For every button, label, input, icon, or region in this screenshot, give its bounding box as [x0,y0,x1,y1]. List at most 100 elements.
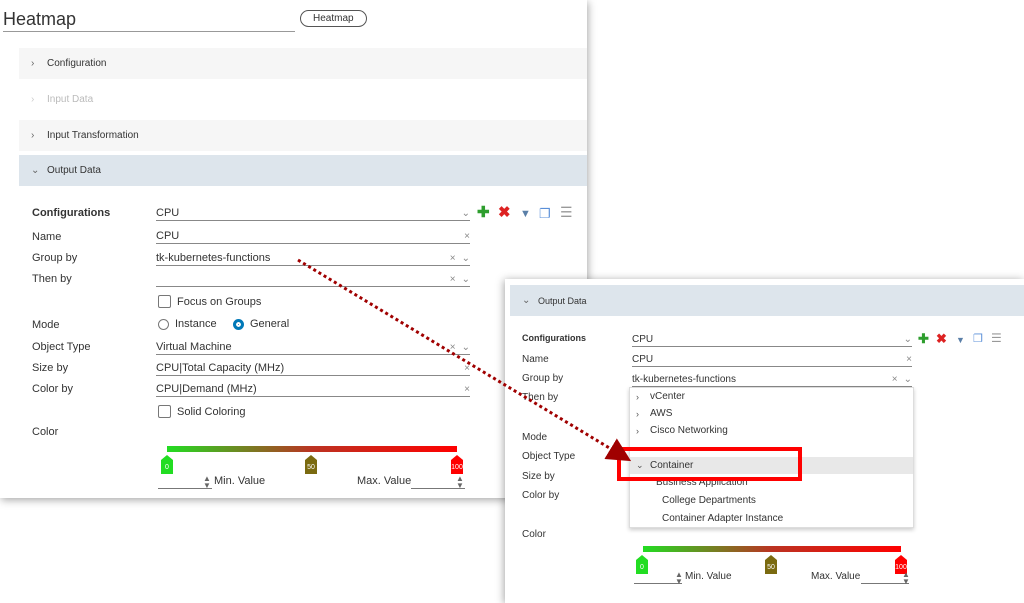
group-by-label: Group by [522,373,564,384]
size-by-label: Size by [32,362,69,374]
section-configuration[interactable]: › Configuration [19,48,587,79]
max-color-marker[interactable]: 100 [451,455,463,474]
color-by-input[interactable]: CPU|Demand (MHz) × [156,381,470,397]
section-input-data: › Input Data [19,84,587,115]
then-by-label: Then by [522,392,559,403]
object-type-select[interactable]: Virtual Machine × ⌄ [156,339,470,355]
chevron-down-icon: ⌄ [461,274,470,285]
color-label: Color [522,529,546,540]
color-gradient-bar[interactable] [643,546,901,552]
highlight-box [617,447,802,481]
clear-icon[interactable]: × [450,253,456,264]
solid-coloring-checkbox[interactable]: Solid Coloring [158,405,245,418]
group-by-label: Group by [32,252,78,264]
spinner-icon[interactable]: ▲ ▼ [456,475,464,490]
chevron-down-icon: ⌄ [522,295,531,306]
menu-icon[interactable]: ☰ [991,331,1002,346]
section-output-data[interactable]: ⌄ Output Data [19,155,587,186]
size-by-input[interactable]: CPU|Total Capacity (MHz) × [156,360,470,376]
mode-general-radio[interactable]: General [233,318,289,330]
spinner-icon[interactable]: ▲ ▼ [203,475,211,490]
focus-on-groups-checkbox[interactable]: Focus on Groups [158,295,261,308]
mid-color-marker[interactable]: 50 [305,455,317,474]
group-by-select[interactable]: tk-kubernetes-functions × ⌄ [632,371,912,387]
delete-icon[interactable]: ✖ [498,205,511,220]
clear-icon[interactable]: × [464,384,470,395]
section-label: Configuration [47,58,107,69]
min-value-label: Min. Value [214,475,266,487]
clear-icon[interactable]: × [906,354,912,365]
filter-icon[interactable]: ▼ [520,207,531,222]
dropdown-item-cisco-networking[interactable]: › Cisco Networking [630,422,913,439]
chevron-down-icon: ⌄ [461,208,470,219]
name-input[interactable]: CPU × [632,351,912,367]
heatmap-button[interactable]: Heatmap [300,10,367,27]
name-input[interactable]: CPU × [156,228,470,244]
radio-label: Instance [175,318,217,330]
chevron-right-icon: › [31,58,35,69]
chevron-down-icon: ⌄ [903,374,912,385]
marker-label: 0 [640,564,644,571]
chevron-down-icon: ⌄ [461,342,470,353]
spinner-icon[interactable]: ▲ ▼ [675,571,683,586]
configurations-label: Configurations [522,333,586,343]
max-value-label: Max. Value [357,475,412,487]
color-label: Color [32,426,59,438]
dropdown-item-container-adapter-instance[interactable]: Container Adapter Instance [630,510,945,527]
section-label: Output Data [47,165,101,176]
copy-icon[interactable]: ❐ [973,332,983,347]
clear-icon[interactable]: × [450,274,456,285]
configurations-select[interactable]: CPU ⌄ [156,205,470,221]
configurations-select[interactable]: CPU ⌄ [632,331,912,347]
filter-icon[interactable]: ▼ [956,333,965,348]
min-color-marker[interactable]: 0 [161,455,173,474]
min-color-marker[interactable]: 0 [636,555,648,574]
heatmap-config-panel: Heatmap Heatmap › Configuration › Input … [0,0,587,498]
mid-color-marker[interactable]: 50 [765,555,777,574]
section-input-transformation[interactable]: › Input Transformation [19,120,587,151]
configurations-value: CPU [156,207,180,219]
color-by-value: CPU|Demand (MHz) [156,383,257,395]
menu-icon[interactable]: ☰ [560,205,573,220]
clear-icon[interactable]: × [464,231,470,242]
copy-icon[interactable]: ❐ [539,206,551,221]
chevron-right-icon: › [31,94,35,105]
add-icon[interactable]: ✚ [477,205,490,220]
chevron-right-icon: › [636,408,639,419]
clear-icon[interactable]: × [892,374,898,385]
marker-label: 0 [165,464,169,471]
clear-icon[interactable]: × [450,342,456,353]
mode-instance-radio[interactable]: Instance [158,318,217,330]
section-label: Input Transformation [47,130,139,141]
group-by-select[interactable]: tk-kubernetes-functions × ⌄ [156,250,470,266]
max-value-label: Max. Value [811,571,861,582]
chevron-right-icon: › [636,391,639,402]
mode-label: Mode [522,432,548,443]
delete-icon[interactable]: ✖ [936,331,947,346]
spinner-icon[interactable]: ▲ ▼ [902,571,910,586]
dropdown-item-label: Container Adapter Instance [662,513,784,524]
radio-button-selected [233,318,244,330]
add-icon[interactable]: ✚ [918,331,929,346]
dropdown-item-label: AWS [650,408,673,419]
then-by-label: Then by [32,273,72,285]
chevron-down-icon: ⌄ [31,165,40,176]
then-by-select[interactable]: × ⌄ [156,271,470,287]
mode-label: Mode [32,319,60,331]
size-by-label: Size by [522,471,555,482]
dropdown-item-vcenter[interactable]: › vCenter [630,388,913,405]
chevron-right-icon: › [31,130,35,141]
checkbox-label: Focus on Groups [177,295,262,308]
checkbox-box [158,405,171,418]
section-output-data[interactable]: ⌄ Output Data [510,285,1024,316]
clear-icon[interactable]: × [464,363,470,374]
dropdown-item-label: Cisco Networking [650,425,728,436]
color-by-label: Color by [32,383,73,395]
group-by-value: tk-kubernetes-functions [156,252,271,264]
color-gradient-bar[interactable] [167,446,457,452]
marker-label: 50 [307,464,315,471]
radio-button [158,318,169,330]
dropdown-item-aws[interactable]: › AWS [630,405,913,422]
checkbox-box [158,295,171,308]
dropdown-item-college-departments[interactable]: College Departments [630,492,945,509]
